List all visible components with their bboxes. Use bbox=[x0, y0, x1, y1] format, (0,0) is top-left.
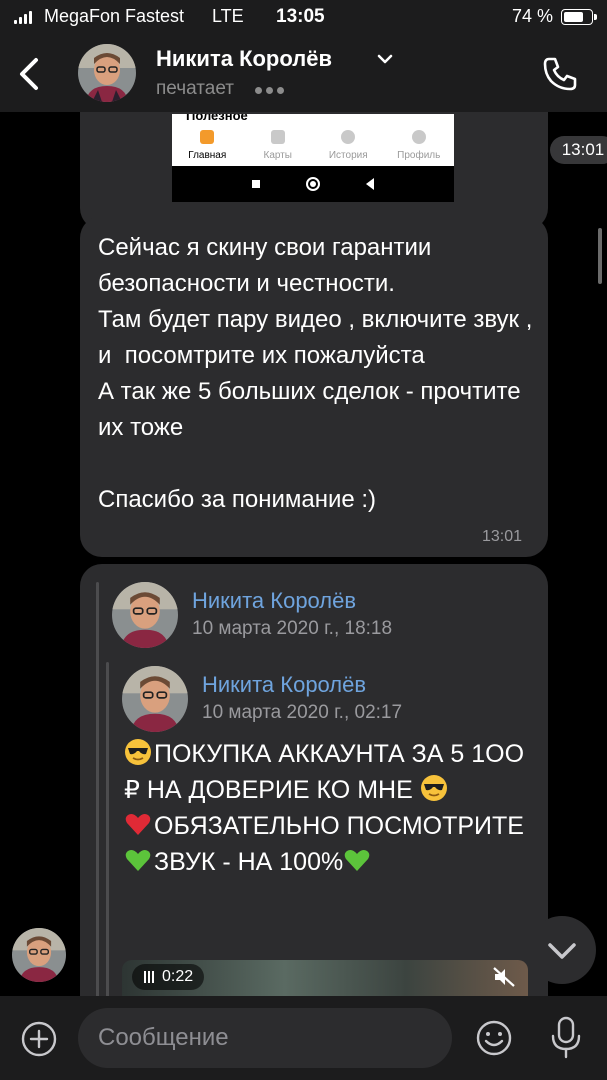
contact-avatar[interactable] bbox=[78, 44, 136, 102]
battery-icon bbox=[561, 9, 597, 25]
forward-author[interactable]: Никита Королёв bbox=[202, 672, 366, 698]
sunglasses-emoji-icon bbox=[125, 739, 151, 765]
chat-header: Никита Королёв печатает bbox=[0, 36, 607, 112]
status-bar: MegaFon Fastest LTE 13:05 74 % bbox=[0, 0, 607, 36]
text-message[interactable]: Сейчас я скину свои гарантии безопасност… bbox=[80, 216, 548, 557]
screenshot-title: Полезное bbox=[186, 114, 248, 123]
scrollbar[interactable] bbox=[598, 228, 602, 284]
chevron-down-icon[interactable] bbox=[376, 52, 394, 66]
screenshot-tab: История bbox=[313, 126, 384, 166]
sender-avatar[interactable] bbox=[12, 928, 66, 982]
recent-apps-icon bbox=[252, 180, 260, 188]
typing-status: печатает bbox=[156, 78, 234, 99]
red-heart-icon bbox=[125, 814, 151, 835]
image-message[interactable]: Полезное Главная Карты История Профиль 1… bbox=[80, 112, 607, 230]
signal-icon bbox=[14, 9, 32, 24]
forward-text: ПОКУПКА АККАУНТА ЗА 5 1ОО ₽ НА ДОВЕРИЕ К… bbox=[124, 736, 534, 880]
typing-dots-icon bbox=[255, 87, 284, 94]
mute-icon[interactable] bbox=[492, 966, 516, 988]
screenshot-tabs: Главная Карты История Профиль bbox=[172, 126, 454, 166]
call-button[interactable] bbox=[540, 54, 580, 94]
sunglasses-emoji-icon bbox=[420, 775, 447, 801]
forward-line bbox=[106, 662, 109, 996]
forward-author[interactable]: Никита Королёв bbox=[192, 588, 356, 614]
message-input[interactable] bbox=[78, 1008, 452, 1068]
forward-line-2: ОБЯЗАТЕЛЬНО ПОСМОТРИТЕ bbox=[154, 812, 524, 840]
battery-percentage: 74 % bbox=[512, 6, 554, 26]
forwarded-message[interactable]: Никита Королёв 10 марта 2020 г., 18:18 Н… bbox=[80, 564, 548, 996]
forward-line-3: ЗВУК - НА 100% bbox=[154, 848, 344, 876]
microphone-icon bbox=[551, 1016, 581, 1059]
input-bar bbox=[0, 996, 607, 1080]
forward-avatar[interactable] bbox=[122, 666, 188, 732]
status-time: 13:05 bbox=[276, 6, 325, 27]
plus-circle-icon bbox=[21, 1021, 57, 1057]
scroll-down-button[interactable] bbox=[528, 916, 596, 984]
back-button[interactable] bbox=[14, 52, 50, 96]
forward-line-1: ПОКУПКА АККАУНТА ЗА 5 1ОО ₽ НА ДОВЕРИЕ К… bbox=[124, 740, 531, 804]
android-nav-bar bbox=[172, 166, 454, 202]
sticker-button[interactable] bbox=[474, 1018, 514, 1058]
video-preview[interactable]: 0:22 bbox=[122, 960, 528, 996]
forward-avatar[interactable] bbox=[112, 582, 178, 648]
screenshot-tab: Главная bbox=[172, 126, 243, 166]
phone-icon bbox=[543, 57, 577, 91]
network-type: LTE bbox=[212, 6, 244, 26]
profile-icon bbox=[411, 130, 426, 144]
back-triangle-icon bbox=[366, 178, 374, 190]
voice-record-button[interactable] bbox=[546, 1014, 586, 1062]
forward-line bbox=[96, 582, 99, 996]
message-text: Сейчас я скину свои гарантии безопасност… bbox=[98, 234, 533, 513]
chat-area[interactable]: Полезное Главная Карты История Профиль 1… bbox=[0, 112, 607, 996]
screenshot-image[interactable]: Полезное Главная Карты История Профиль bbox=[172, 114, 454, 202]
home-icon bbox=[306, 177, 320, 191]
green-heart-icon bbox=[125, 850, 151, 871]
attach-button[interactable] bbox=[20, 1020, 58, 1058]
screenshot-tab: Профиль bbox=[384, 126, 455, 166]
video-duration: 0:22 bbox=[132, 964, 204, 990]
clock-icon bbox=[341, 130, 356, 144]
smiley-icon bbox=[476, 1020, 512, 1056]
screenshot-tab: Карты bbox=[243, 126, 314, 166]
carrier-name: MegaFon Fastest bbox=[44, 6, 185, 26]
forward-date: 10 марта 2020 г., 02:17 bbox=[202, 702, 403, 723]
wallet-icon bbox=[200, 130, 215, 144]
message-time: 13:01 bbox=[482, 528, 523, 545]
card-icon bbox=[270, 130, 285, 144]
green-heart-icon bbox=[344, 850, 370, 871]
contact-name[interactable]: Никита Королёв bbox=[156, 46, 332, 72]
chevron-down-icon bbox=[548, 943, 576, 959]
chevron-left-icon bbox=[20, 58, 38, 90]
message-time: 13:01 bbox=[550, 136, 607, 164]
forward-date: 10 марта 2020 г., 18:18 bbox=[192, 618, 393, 639]
